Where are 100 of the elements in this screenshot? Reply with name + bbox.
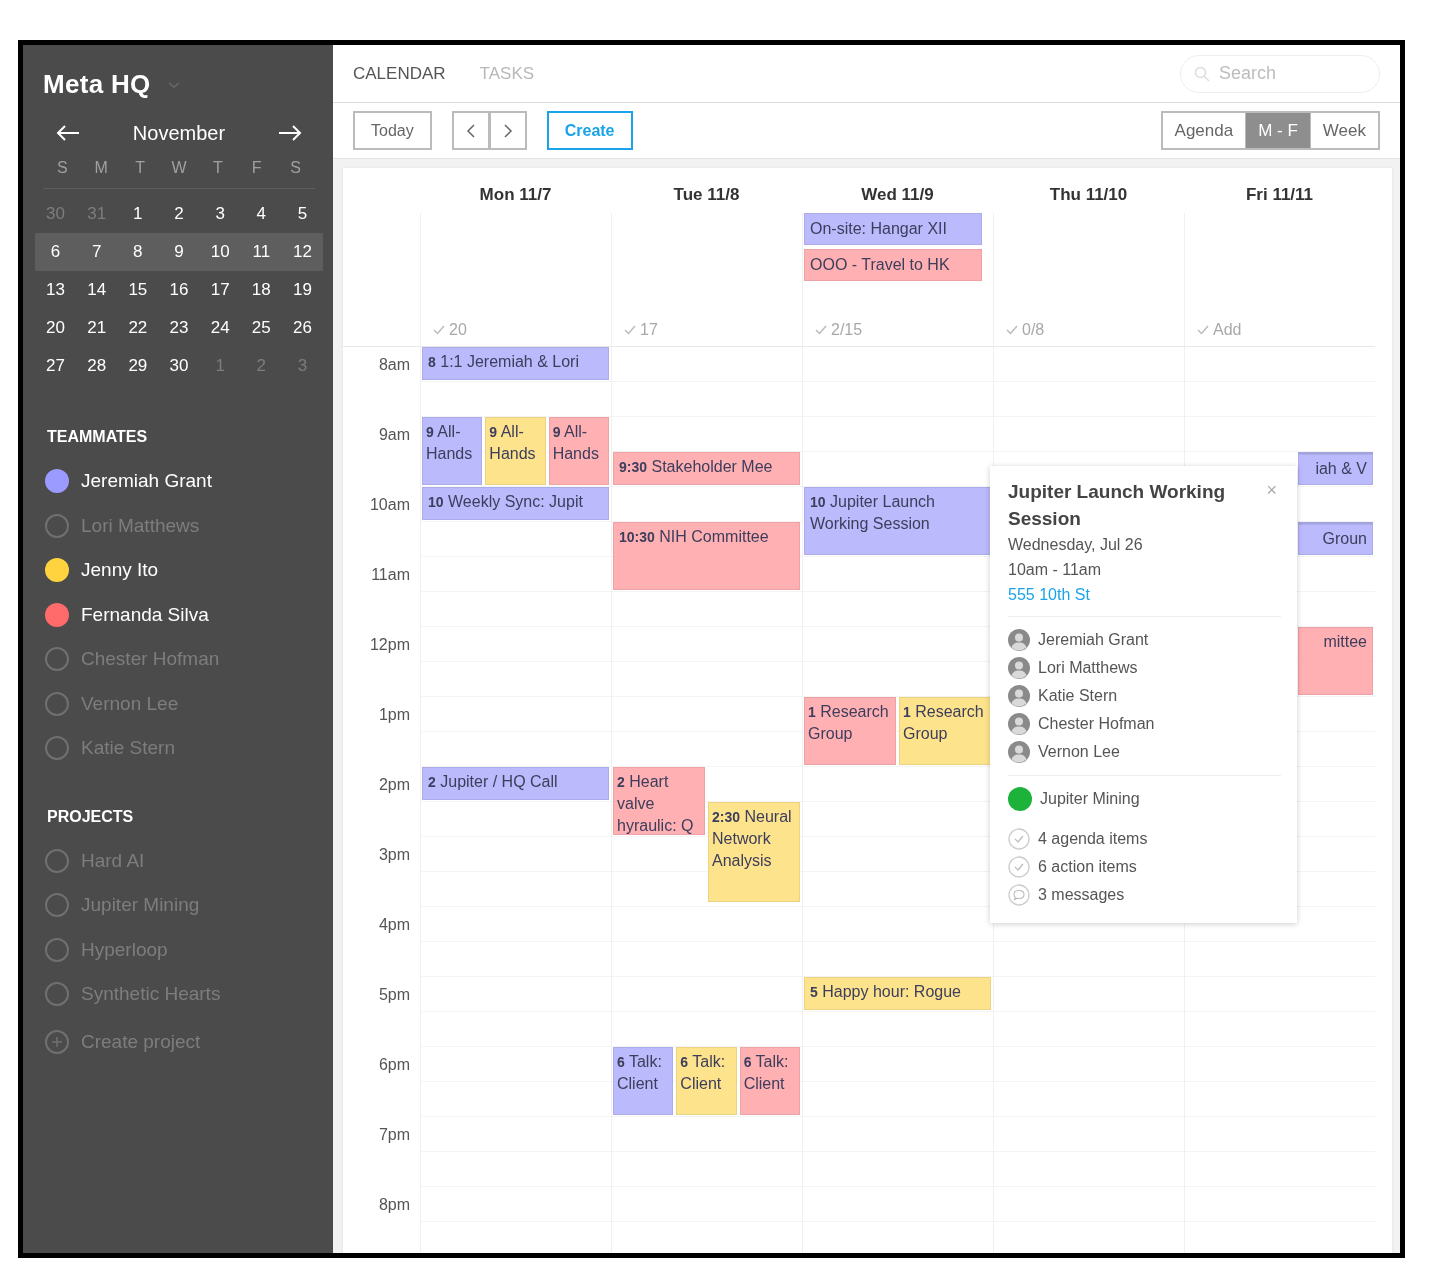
popover-item[interactable]: 4 agenda items bbox=[1038, 827, 1148, 851]
check-icon bbox=[815, 324, 827, 335]
calendar-event[interactable]: 5 Happy hour: Rogue bbox=[804, 977, 991, 1010]
calendar-day[interactable]: 14 bbox=[76, 277, 118, 303]
attendee-name: Chester Hofman bbox=[1038, 714, 1155, 734]
today-button[interactable]: Today bbox=[353, 111, 432, 150]
arrow-left-icon[interactable] bbox=[55, 124, 81, 142]
check-circle-icon bbox=[1008, 856, 1030, 878]
workspace-title[interactable]: Meta HQ bbox=[43, 65, 151, 104]
tab[interactable]: CALENDAR bbox=[353, 60, 446, 87]
calendar-day[interactable]: 30 bbox=[158, 353, 200, 379]
calendar-event[interactable]: 6 Talk: Client bbox=[613, 1047, 674, 1115]
toggle-circle[interactable] bbox=[45, 736, 69, 761]
arrow-right-icon[interactable] bbox=[277, 124, 303, 142]
weekday-label: W bbox=[170, 158, 188, 178]
calendar-day[interactable]: 27 bbox=[35, 353, 77, 379]
calendar-day[interactable]: 28 bbox=[76, 353, 118, 379]
calendar-day[interactable]: 19 bbox=[281, 277, 323, 303]
toggle-circle[interactable] bbox=[45, 513, 69, 538]
toggle-circle[interactable] bbox=[45, 937, 69, 962]
event-time: 10am - 11am bbox=[1008, 560, 1103, 580]
hour-label: 4pm bbox=[378, 916, 410, 933]
hour-label: 9am bbox=[378, 426, 410, 443]
avatar-icon bbox=[1008, 741, 1030, 763]
plus-circle-icon[interactable] bbox=[45, 1029, 69, 1054]
calendar-day[interactable]: 5 bbox=[281, 201, 323, 227]
calendar-day[interactable]: 7 bbox=[76, 239, 118, 265]
calendar-day[interactable]: 18 bbox=[240, 277, 282, 303]
calendar-day[interactable]: 13 bbox=[35, 277, 77, 303]
view-toggle[interactable]: M - F bbox=[1245, 113, 1310, 148]
previous-button[interactable] bbox=[451, 111, 490, 150]
calendar-event[interactable]: 6 Talk: Client bbox=[739, 1047, 800, 1115]
calendar-event[interactable]: 9:30 Stakeholder Mee bbox=[613, 452, 800, 485]
popover-item[interactable]: 6 action items bbox=[1038, 855, 1137, 879]
attendee-name: Katie Stern bbox=[1038, 686, 1118, 706]
calendar-event[interactable]: 9 All-Hands bbox=[422, 417, 483, 485]
search-field[interactable]: Search bbox=[1180, 54, 1380, 93]
all-day-event[interactable]: On-site: Hangar XII bbox=[804, 213, 982, 245]
toggle-circle[interactable] bbox=[45, 893, 69, 918]
toggle-circle[interactable] bbox=[45, 691, 69, 716]
attendee-name: Lori Matthews bbox=[1038, 658, 1138, 678]
next-button[interactable] bbox=[489, 111, 527, 150]
calendar-day[interactable]: 3 bbox=[199, 201, 241, 227]
calendar-day[interactable]: 16 bbox=[158, 277, 200, 303]
calendar-day[interactable]: 23 bbox=[158, 315, 200, 341]
calendar-event[interactable]: Groun bbox=[1298, 522, 1373, 555]
calendar-event[interactable]: 10 Jupiter Launch Working Session bbox=[804, 487, 991, 555]
calendar-day[interactable]: 12 bbox=[281, 239, 323, 265]
calendar-day[interactable]: 15 bbox=[117, 277, 159, 303]
search-icon bbox=[1194, 65, 1210, 82]
calendar-day[interactable]: 21 bbox=[76, 315, 118, 341]
calendar-day[interactable]: 10 bbox=[199, 239, 241, 265]
calendar-event[interactable]: 1 Research Group bbox=[899, 697, 991, 765]
teammate-name[interactable]: Jeremiah Grant bbox=[81, 467, 212, 496]
teammate-name[interactable]: Fernanda Silva bbox=[81, 600, 209, 629]
chevron-down-icon[interactable] bbox=[166, 79, 181, 90]
all-day-event[interactable]: OOO - Travel to HK bbox=[804, 249, 982, 281]
calendar-event[interactable]: mittee bbox=[1298, 627, 1373, 695]
calendar-event[interactable]: 6 Talk: Client bbox=[676, 1047, 737, 1115]
toggle-circle[interactable] bbox=[45, 848, 69, 873]
check-icon bbox=[1006, 324, 1018, 335]
toggle-circle[interactable] bbox=[45, 982, 69, 1007]
calendar-day[interactable]: 8 bbox=[117, 239, 159, 265]
color-dot[interactable] bbox=[45, 469, 69, 494]
calendar-day[interactable]: 1 bbox=[117, 201, 159, 227]
hour-label: 11am bbox=[371, 566, 410, 583]
event-date: Wednesday, Jul 26 bbox=[1008, 535, 1144, 555]
color-dot[interactable] bbox=[45, 602, 69, 627]
calendar-day[interactable]: 17 bbox=[199, 277, 241, 303]
popover-item[interactable]: 3 messages bbox=[1038, 883, 1125, 907]
calendar-day[interactable]: 9 bbox=[158, 239, 200, 265]
hour-label: 2pm bbox=[378, 776, 410, 793]
calendar-day[interactable]: 2 bbox=[158, 201, 200, 227]
calendar-day[interactable]: 20 bbox=[35, 315, 77, 341]
section-heading: PROJECTS bbox=[47, 806, 135, 827]
calendar-event[interactable]: 2:30 Neural Network Analysis bbox=[708, 802, 800, 902]
calendar-day[interactable]: 29 bbox=[117, 353, 159, 379]
calendar-event[interactable]: 2 Jupiter / HQ Call bbox=[422, 767, 609, 800]
calendar-event[interactable]: 9 All-Hands bbox=[548, 417, 609, 485]
calendar-day[interactable]: 25 bbox=[240, 315, 282, 341]
calendar-event[interactable]: 1 Research Group bbox=[804, 697, 896, 765]
teammate-name[interactable]: Jenny Ito bbox=[81, 556, 159, 585]
calendar-day[interactable]: 4 bbox=[240, 201, 282, 227]
calendar-day[interactable]: 22 bbox=[117, 315, 159, 341]
selected-week-row[interactable]: 6 7 8 9 10 11 12 bbox=[35, 233, 323, 271]
check-icon bbox=[624, 324, 636, 335]
calendar-event[interactable]: 2 Heart valve hyraulic: Q bbox=[613, 767, 705, 835]
calendar-event[interactable]: 9 All-Hands bbox=[485, 417, 546, 485]
calendar-day[interactable]: 26 bbox=[281, 315, 323, 341]
attendee-name: Vernon Lee bbox=[1038, 742, 1120, 762]
calendar-day[interactable]: 6 bbox=[35, 239, 77, 265]
calendar-day[interactable]: 24 bbox=[199, 315, 241, 341]
calendar-event[interactable]: 8 1:1 Jeremiah & Lori bbox=[422, 347, 609, 380]
calendar-event[interactable]: 10 Weekly Sync: Jupit bbox=[422, 487, 609, 520]
color-dot[interactable] bbox=[45, 558, 69, 583]
calendar-event[interactable]: iah & V bbox=[1298, 452, 1373, 485]
calendar-day[interactable]: 11 bbox=[240, 239, 282, 265]
project-name[interactable]: Jupiter Mining bbox=[1040, 787, 1140, 811]
toggle-circle[interactable] bbox=[45, 647, 69, 672]
calendar-event[interactable]: 10:30 NIH Committee bbox=[613, 522, 800, 590]
